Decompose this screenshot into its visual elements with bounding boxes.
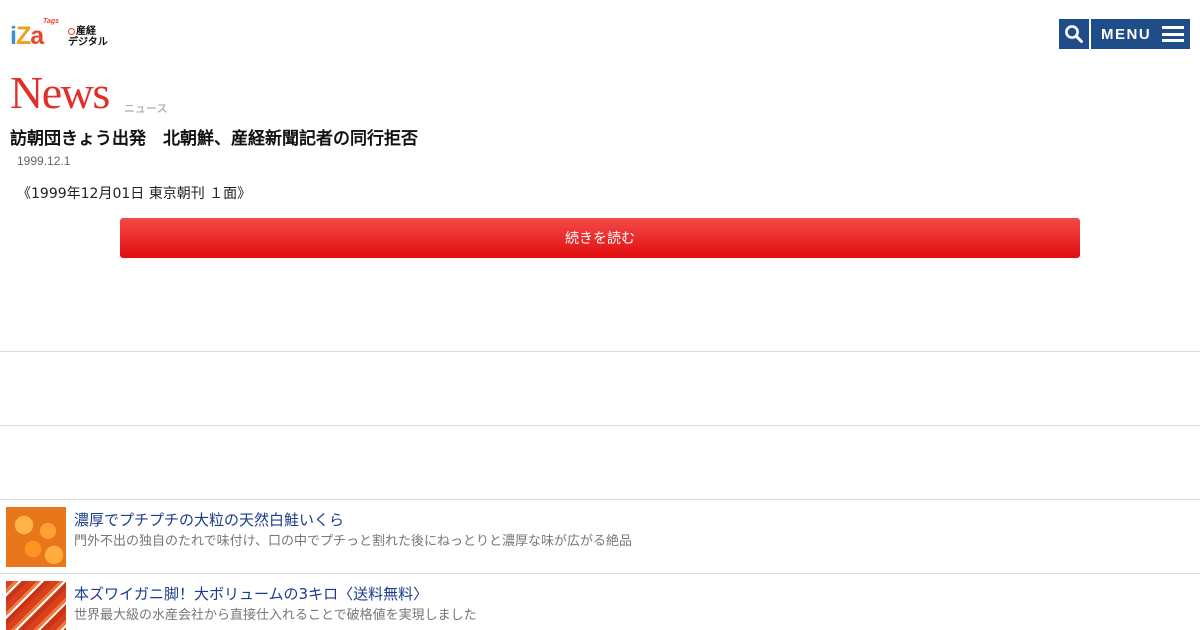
- article-source-line: 《1999年12月01日 東京朝刊 １面》: [17, 186, 252, 202]
- crab-thumbnail[interactable]: [6, 581, 66, 630]
- sankei-logo-line2: デジタル: [68, 37, 108, 48]
- logo-letter-a: a: [30, 22, 44, 50]
- sankei-digital-logo: 産経 デジタル: [68, 26, 108, 48]
- article-title: 訪朝団きょう出発 北朝鮮、産経新聞記者の同行拒否: [10, 129, 418, 149]
- logo-tags: Tags: [43, 18, 60, 25]
- article-date: 1999.12.1: [17, 154, 71, 168]
- sankei-sun-icon: [68, 28, 75, 35]
- divider: [0, 351, 1200, 352]
- menu-label: MENU: [1101, 25, 1152, 43]
- section-heading: News ニュース: [10, 67, 167, 118]
- section-subtitle: ニュース: [124, 102, 168, 115]
- read-more-button[interactable]: 続きを読む: [120, 218, 1080, 258]
- logo-letter-z: Z: [15, 22, 31, 50]
- iza-logo: iZa: [10, 22, 44, 50]
- menu-button[interactable]: MENU: [1091, 19, 1190, 49]
- sankei-logo-line1: 産経: [76, 26, 96, 37]
- site-header: iZa Tags 産経 デジタル MENU: [0, 0, 1200, 60]
- section-title: News: [10, 67, 110, 118]
- promo-title[interactable]: 本ズワイガニ脚！大ボリュームの3キロ〈送料無料〉: [74, 583, 428, 604]
- promo-description: 世界最大級の水産会社から直接仕入れることで破格値を実現しました: [74, 608, 477, 623]
- promo-description: 門外不出の独自のたれで味付け、口の中でプチっと割れた後にねっとりと濃厚な味が広が…: [74, 534, 632, 549]
- site-logo[interactable]: iZa Tags 産経 デジタル: [10, 18, 108, 52]
- promo-title[interactable]: 濃厚でプチプチの大粒の天然白鮭いくら: [74, 509, 344, 530]
- promo-item[interactable]: 本ズワイガニ脚！大ボリュームの3キロ〈送料無料〉 世界最大級の水産会社から直接仕…: [0, 574, 1200, 630]
- search-icon: [1065, 25, 1083, 43]
- ikura-thumbnail[interactable]: [6, 507, 66, 567]
- search-button[interactable]: [1059, 19, 1089, 49]
- divider: [0, 425, 1200, 426]
- promo-item[interactable]: 濃厚でプチプチの大粒の天然白鮭いくら 門外不出の独自のたれで味付け、口の中でプチ…: [0, 500, 1200, 574]
- hamburger-icon: [1162, 26, 1184, 42]
